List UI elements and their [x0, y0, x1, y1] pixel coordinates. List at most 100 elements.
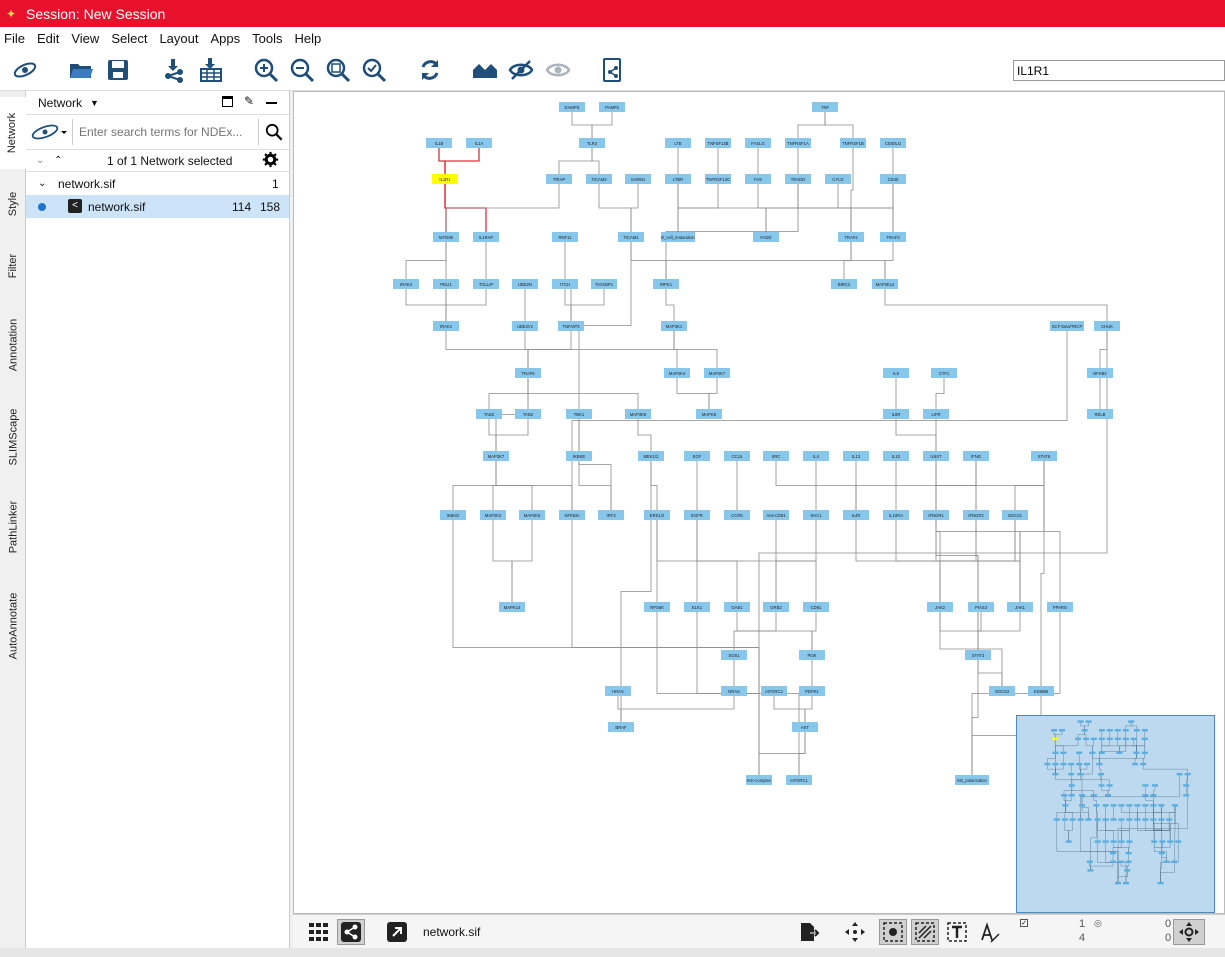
network-node[interactable]: NFKB2	[1087, 368, 1113, 378]
network-node[interactable]: CHUK	[1094, 321, 1120, 331]
network-node[interactable]: PPARG	[1047, 602, 1073, 612]
network-edge[interactable]	[773, 691, 806, 727]
network-edge[interactable]	[527, 326, 675, 373]
network-node[interactable]: SOCS1	[1002, 510, 1028, 520]
network-edge[interactable]	[708, 373, 718, 414]
network-node[interactable]: TAB2	[515, 409, 541, 419]
network-node[interactable]: MAP3K14	[872, 279, 898, 289]
network-node[interactable]: NRAS	[721, 686, 747, 696]
network-edge[interactable]	[1154, 841, 1162, 854]
network-edge[interactable]	[630, 237, 667, 284]
network-edge[interactable]	[1125, 721, 1132, 731]
network-edge[interactable]	[527, 373, 639, 414]
network-edge[interactable]	[804, 691, 813, 727]
network-edge[interactable]	[1055, 764, 1064, 775]
network-node[interactable]: IFNG	[963, 451, 989, 461]
save-session-icon[interactable]	[103, 55, 133, 85]
select-nodes-icon[interactable]	[879, 919, 907, 945]
network-node[interactable]: DAMPS	[559, 102, 585, 112]
settings-gear-icon[interactable]	[262, 151, 279, 171]
network-edge[interactable]	[665, 284, 675, 326]
network-node[interactable]: PIAS3	[968, 602, 994, 612]
network-edge[interactable]	[1056, 805, 1066, 820]
network-node[interactable]: RPS6K	[644, 602, 670, 612]
network-node[interactable]: MAP2K4	[664, 368, 690, 378]
network-node[interactable]: LTBR	[665, 174, 691, 184]
collection-row[interactable]: ⌄ network.sif 1	[26, 172, 289, 195]
network-node[interactable]: IKK-complex	[746, 775, 772, 785]
network-node[interactable]: TOLLIP	[473, 279, 499, 289]
network-edge[interactable]	[1063, 785, 1072, 796]
network-edge[interactable]	[578, 237, 632, 414]
network-view-icon[interactable]	[337, 919, 365, 945]
network-edge[interactable]	[591, 143, 600, 179]
network-edge[interactable]	[444, 143, 480, 179]
network-edge[interactable]	[495, 414, 529, 456]
network-edge[interactable]	[1043, 456, 1061, 607]
network-edge[interactable]	[775, 456, 817, 515]
network-node[interactable]: TNFRSF1B	[840, 138, 866, 148]
panel-pin-icon[interactable]: ✎	[244, 94, 254, 108]
network-edge[interactable]	[405, 237, 447, 284]
export-icon[interactable]	[795, 919, 823, 945]
hide-selected-icon[interactable]	[506, 55, 536, 85]
network-edge[interactable]	[524, 326, 529, 373]
network-edge[interactable]	[571, 326, 1068, 515]
network-edge[interactable]	[598, 179, 632, 237]
network-node[interactable]: PDPK1	[799, 686, 825, 696]
network-node[interactable]: IRF3	[598, 510, 624, 520]
network-edge[interactable]	[1071, 774, 1102, 786]
network-node[interactable]: ELK1	[684, 602, 710, 612]
home-network-icon[interactable]	[470, 55, 500, 85]
panel-dropdown-icon[interactable]: ▼	[90, 98, 99, 108]
detach-view-icon[interactable]	[383, 919, 411, 945]
network-edge[interactable]	[1153, 785, 1156, 796]
ndex-search-input[interactable]	[72, 119, 259, 145]
network-node[interactable]: SHC1	[803, 510, 829, 520]
network-edge[interactable]	[850, 237, 886, 284]
network-edge[interactable]	[571, 107, 593, 143]
network-node[interactable]: MAPK14	[499, 602, 525, 612]
network-edge[interactable]	[673, 326, 718, 373]
network-node[interactable]: MAP2K7	[704, 368, 730, 378]
expand-all-icon[interactable]: ⌃	[54, 155, 62, 166]
network-node[interactable]: CD81	[803, 602, 829, 612]
network-node[interactable]: LIFR	[923, 409, 949, 419]
network-edge[interactable]	[1085, 738, 1093, 753]
network-edge[interactable]	[1099, 752, 1137, 765]
network-node[interactable]: TAX1BP1	[591, 279, 617, 289]
network-edge[interactable]	[1014, 515, 1021, 607]
network-edge[interactable]	[1065, 795, 1072, 806]
network-edge[interactable]	[650, 456, 658, 515]
network-node[interactable]: TNFAIP3	[558, 321, 584, 331]
network-edge[interactable]	[1055, 738, 1079, 753]
zoom-in-icon[interactable]	[251, 55, 281, 85]
network-edge[interactable]	[617, 691, 622, 727]
network-edge[interactable]	[445, 179, 560, 237]
network-edge[interactable]	[1133, 738, 1137, 753]
network-edge[interactable]	[676, 373, 710, 414]
network-edge[interactable]	[811, 607, 817, 655]
network-node[interactable]: TNFSF13B	[705, 138, 731, 148]
network-node[interactable]: IKBKE	[566, 451, 592, 461]
network-edge[interactable]	[855, 456, 1045, 515]
network-edge[interactable]	[656, 515, 698, 607]
network-edge[interactable]	[1121, 819, 1130, 842]
network-edge[interactable]	[1143, 764, 1188, 775]
network-node[interactable]: MYD88	[433, 232, 459, 242]
network-node[interactable]: TRAF3	[880, 232, 906, 242]
network-node[interactable]: FASLG	[745, 138, 771, 148]
network-node[interactable]: mTORC1	[786, 775, 812, 785]
network-edge[interactable]	[1090, 861, 1114, 871]
network-edge[interactable]	[1047, 764, 1056, 775]
menu-select[interactable]: Select	[111, 31, 147, 46]
pan-move-icon[interactable]	[841, 919, 869, 945]
network-node[interactable]: IL6	[883, 368, 909, 378]
network-edge[interactable]	[1081, 795, 1089, 820]
network-edge[interactable]	[1081, 752, 1093, 796]
ndex-logo-icon[interactable]	[26, 122, 72, 142]
network-edge[interactable]	[1136, 738, 1145, 753]
network-node[interactable]: EGFR	[684, 510, 710, 520]
network-node[interactable]: IL1R1	[432, 174, 458, 184]
import-network-icon[interactable]	[159, 55, 189, 85]
